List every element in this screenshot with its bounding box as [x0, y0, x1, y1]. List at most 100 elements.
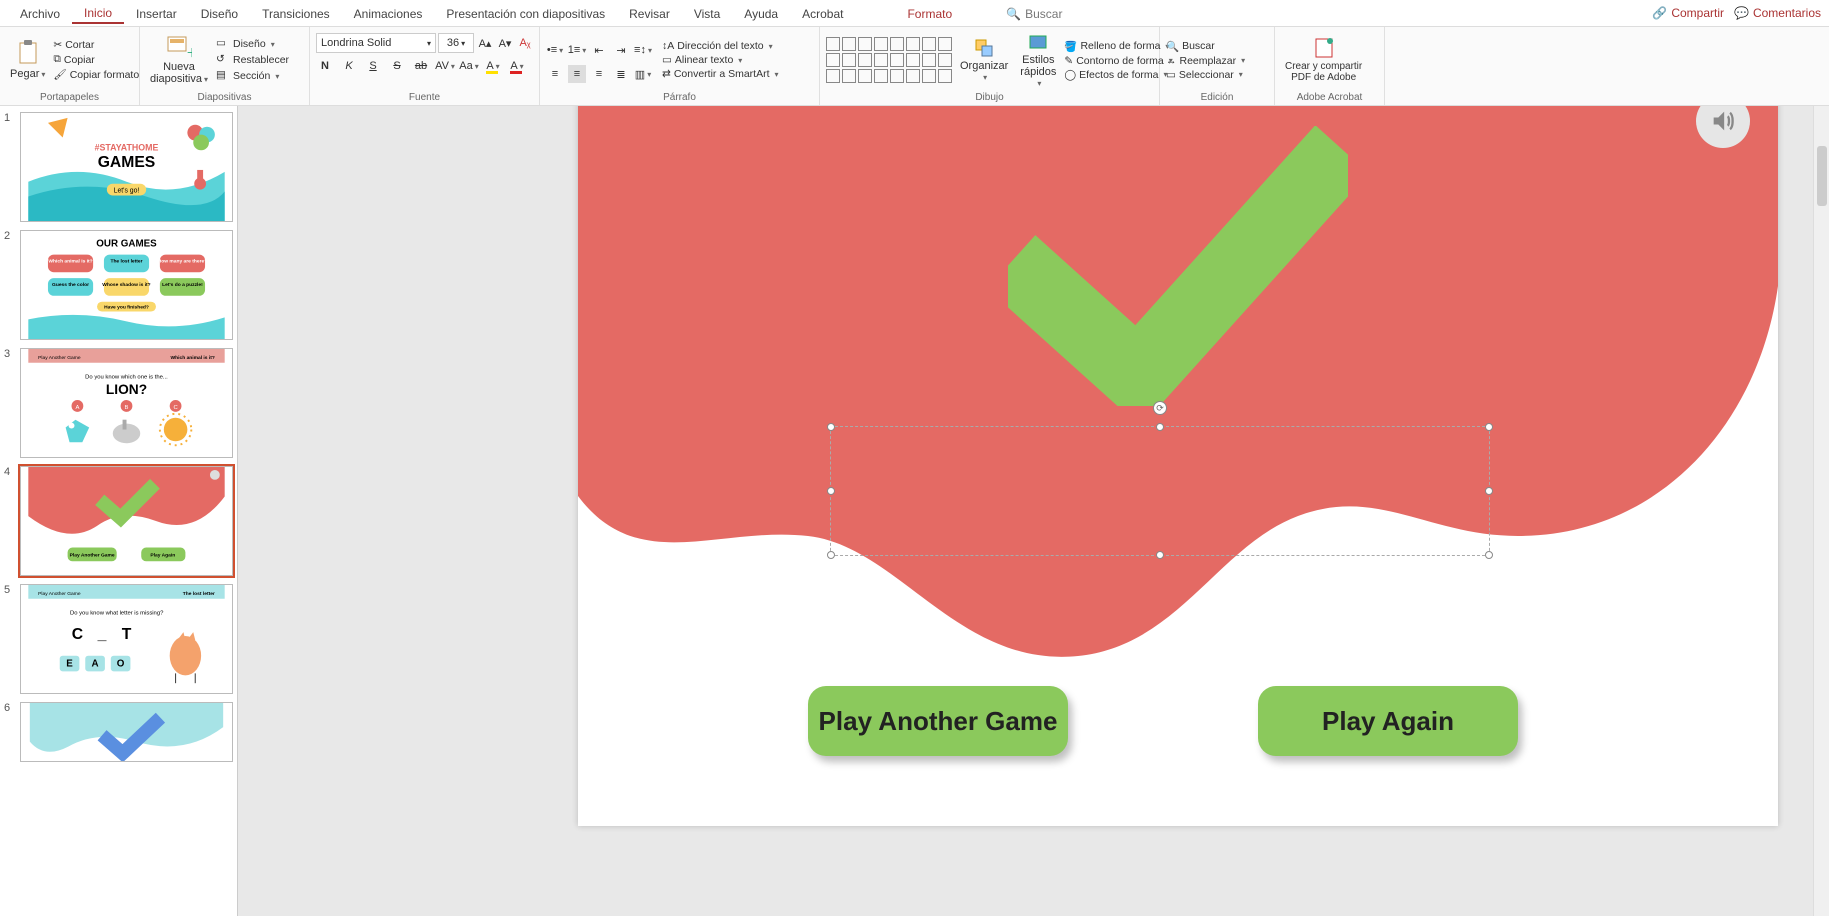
- paste-label: Pegar: [10, 68, 45, 80]
- tab-acrobat[interactable]: Acrobat: [790, 3, 855, 23]
- shape-effects-button[interactable]: ◯Efectos de forma: [1064, 69, 1172, 81]
- align-text-button[interactable]: ▭Alinear texto: [662, 54, 779, 66]
- find-label: Buscar: [1182, 40, 1215, 52]
- svg-text:C: C: [173, 405, 178, 411]
- arrange-label: Organizar: [960, 60, 1008, 72]
- slide-thumb-1[interactable]: 1 #STAYATHOME GAMES Let's go!: [4, 112, 233, 222]
- format-painter-button[interactable]: 🖌Copiar formato: [53, 68, 139, 81]
- align-left-button[interactable]: ≡: [546, 65, 564, 83]
- search-box[interactable]: 🔍 Buscar: [994, 3, 1074, 23]
- t3hr: Which animal is it?: [171, 355, 215, 361]
- strike-button[interactable]: S: [388, 57, 406, 75]
- t2b1: Which animal is it?: [48, 258, 92, 264]
- play-another-game-button[interactable]: Play Another Game: [808, 686, 1068, 756]
- thumb1-btn: Let's go!: [114, 188, 140, 195]
- align-center-button[interactable]: ≡: [568, 65, 586, 83]
- reset-label: Restablecer: [233, 54, 289, 66]
- group-drawing-label: Dibujo: [826, 91, 1153, 105]
- decrease-font-button[interactable]: A▾: [496, 34, 514, 52]
- clipboard-icon: [17, 40, 39, 66]
- shapes-gallery[interactable]: [826, 37, 952, 83]
- numbering-button[interactable]: 1≡: [568, 41, 586, 59]
- font-name-combo[interactable]: Londrina Solid▾: [316, 33, 436, 53]
- tab-view[interactable]: Vista: [682, 3, 732, 23]
- tab-format[interactable]: Formato: [895, 3, 964, 23]
- cut-button[interactable]: ✂Cortar: [53, 39, 139, 51]
- copy-button[interactable]: ⧉Copiar: [53, 53, 139, 66]
- group-font-label: Fuente: [316, 91, 533, 105]
- smartart-icon: ⇄: [662, 68, 671, 80]
- tab-slideshow[interactable]: Presentación con diapositivas: [434, 3, 617, 23]
- select-label: Seleccionar: [1179, 69, 1234, 81]
- find-button[interactable]: 🔍Buscar: [1166, 40, 1245, 53]
- italic-button[interactable]: K: [340, 57, 358, 75]
- group-clipboard-label: Portapapeles: [6, 91, 133, 105]
- slide-thumb-6[interactable]: 6: [4, 702, 233, 762]
- shape-outline-button[interactable]: ✎Contorno de forma: [1064, 55, 1172, 67]
- t5o: O: [117, 658, 125, 669]
- bold-button[interactable]: N: [316, 57, 334, 75]
- comments-button[interactable]: 💬Comentarios: [1734, 6, 1821, 20]
- slide-panel[interactable]: 1 #STAYATHOME GAMES Let's go! 2: [0, 106, 238, 916]
- columns-button[interactable]: ▥: [634, 65, 652, 83]
- slide-thumb-4[interactable]: 4 Play Another Game Play Again: [4, 466, 233, 576]
- comments-label: Comentarios: [1753, 6, 1821, 20]
- highlight-button[interactable]: A: [484, 57, 502, 75]
- shadow-button[interactable]: ab: [412, 57, 430, 75]
- reset-icon: ↺: [216, 53, 230, 67]
- slide-thumb-3[interactable]: 3 Play Another Game Which animal is it? …: [4, 348, 233, 458]
- bullets-button[interactable]: •≡: [546, 41, 564, 59]
- replace-button[interactable]: ↔Reemplazar: [1166, 55, 1245, 67]
- tab-home[interactable]: Inicio: [72, 2, 124, 24]
- underline-button[interactable]: S: [364, 57, 382, 75]
- font-size-combo[interactable]: 36▾: [438, 33, 474, 53]
- adobe-pdf-button[interactable]: Crear y compartir PDF de Adobe: [1281, 37, 1366, 83]
- section-button[interactable]: ▤Sección: [216, 69, 289, 83]
- slide-thumb-5[interactable]: 5 Play Another Game The lost letter Do y…: [4, 584, 233, 694]
- group-editing-label: Edición: [1166, 91, 1268, 105]
- text-direction-button[interactable]: ↕ADirección del texto: [662, 40, 779, 52]
- line-spacing-button[interactable]: ≡↕: [634, 41, 652, 59]
- clear-format-button[interactable]: Aᵪ: [516, 34, 534, 52]
- reset-button[interactable]: ↺Restablecer: [216, 53, 289, 67]
- select-button[interactable]: ▭Seleccionar: [1166, 69, 1245, 81]
- increase-font-button[interactable]: A▴: [476, 34, 494, 52]
- tab-animations[interactable]: Animaciones: [342, 3, 435, 23]
- share-button[interactable]: 🔗Compartir: [1652, 6, 1724, 20]
- layout-button[interactable]: ▭Diseño: [216, 37, 289, 51]
- decrease-indent-button[interactable]: ⇤: [590, 41, 608, 59]
- quick-styles-button[interactable]: Estilos rápidos: [1016, 32, 1060, 89]
- arrange-button[interactable]: Organizar: [956, 38, 1012, 83]
- paste-button[interactable]: Pegar: [6, 40, 49, 80]
- increase-indent-button[interactable]: ⇥: [612, 41, 630, 59]
- tab-design[interactable]: Diseño: [189, 3, 250, 23]
- shape-fill-button[interactable]: 🪣Relleno de forma: [1064, 40, 1172, 53]
- font-color-button[interactable]: A: [508, 57, 526, 75]
- tab-file[interactable]: Archivo: [8, 3, 72, 23]
- play-again-button[interactable]: Play Again: [1258, 686, 1518, 756]
- t5q: Do you know what letter is missing?: [70, 610, 164, 616]
- tab-review[interactable]: Revisar: [617, 3, 682, 23]
- svg-text:A: A: [75, 405, 79, 411]
- t4b2: Play Again: [150, 552, 175, 558]
- change-case-button[interactable]: Aa: [460, 57, 478, 75]
- vertical-scrollbar[interactable]: [1813, 106, 1829, 916]
- new-slide-button[interactable]: ＋ Nueva diapositiva: [146, 35, 212, 85]
- char-spacing-button[interactable]: AV: [436, 57, 454, 75]
- slide-editor[interactable]: Play Another Game Play Again ⟳: [238, 106, 1829, 916]
- arrange-icon: [974, 38, 994, 58]
- t2b4: Guess the color: [52, 282, 89, 288]
- t3a: LION?: [106, 382, 147, 397]
- tab-transitions[interactable]: Transiciones: [250, 3, 342, 23]
- justify-button[interactable]: ≣: [612, 65, 630, 83]
- slide-thumb-2[interactable]: 2 OUR GAMES Which animal is it? The lost…: [4, 230, 233, 340]
- section-label: Sección: [233, 70, 270, 82]
- tab-help[interactable]: Ayuda: [732, 3, 790, 23]
- scroll-thumb[interactable]: [1817, 146, 1827, 206]
- slide-canvas[interactable]: Play Another Game Play Again ⟳: [578, 106, 1778, 826]
- pdf-icon: [1312, 37, 1336, 59]
- smartart-button[interactable]: ⇄Convertir a SmartArt: [662, 68, 779, 80]
- align-right-button[interactable]: ≡: [590, 65, 608, 83]
- tab-insert[interactable]: Insertar: [124, 3, 189, 23]
- search-placeholder: Buscar: [1025, 7, 1062, 21]
